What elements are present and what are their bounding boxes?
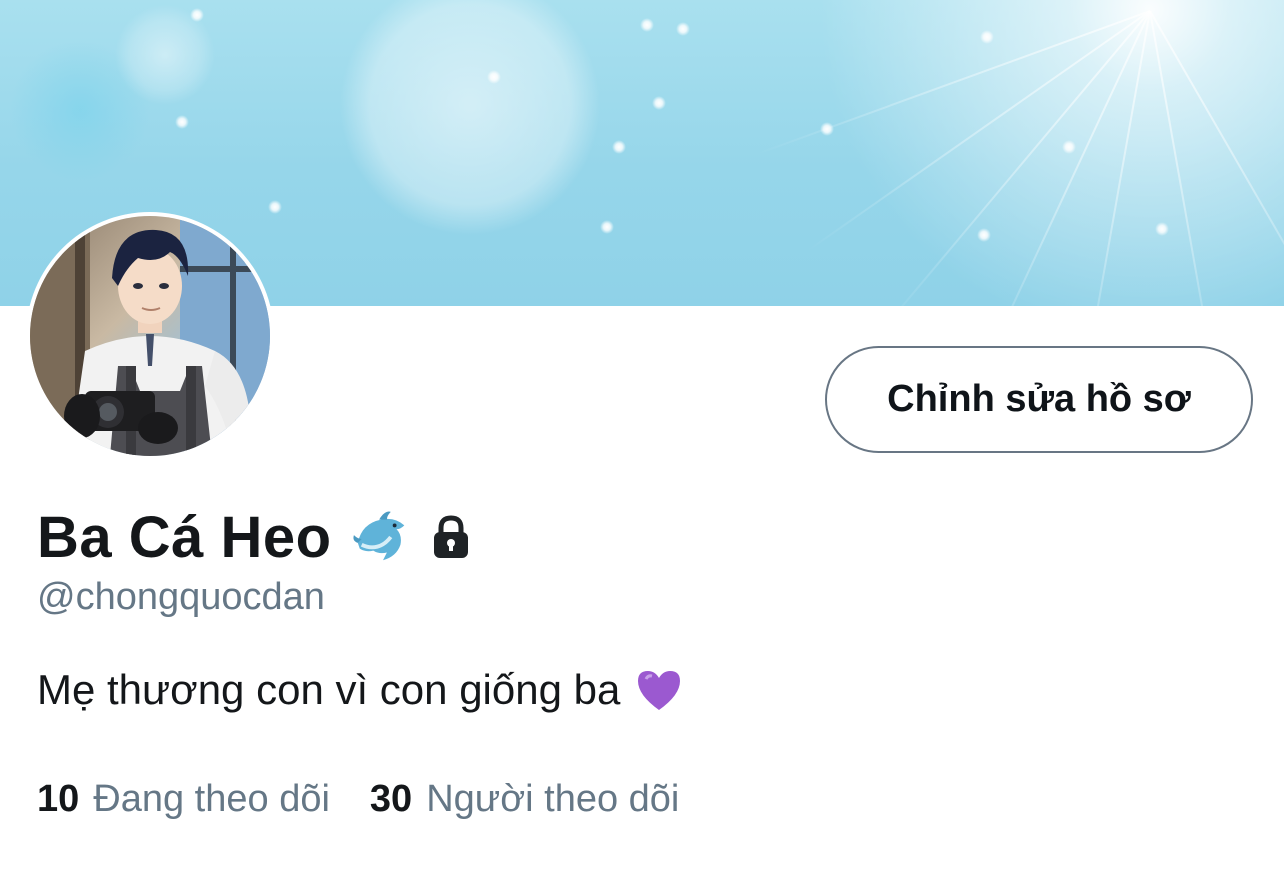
sparkle [640, 18, 654, 32]
profile-bio: Mẹ thương con vì con giống ba [37, 665, 684, 715]
avatar-image [30, 216, 270, 456]
name-row: Ba Cá Heo [37, 498, 476, 576]
edit-profile-label: Chỉnh sửa hồ sơ [887, 378, 1191, 420]
sparkle [600, 220, 614, 234]
sparkle [652, 96, 666, 110]
purple-heart-icon [634, 665, 684, 715]
bio-text: Mẹ thương con vì con giống ba [37, 666, 621, 713]
followers-label: Người theo dõi [426, 778, 680, 820]
sparkle [175, 115, 189, 129]
sparkle [1155, 222, 1169, 236]
avatar-illustration [30, 216, 270, 456]
avatar[interactable] [26, 212, 274, 460]
display-name: Ba Cá Heo [37, 504, 332, 570]
edit-profile-button[interactable]: Chỉnh sửa hồ sơ [825, 346, 1253, 453]
profile-handle: @chongquocdan [37, 576, 325, 618]
light-ray [971, 10, 1151, 393]
following-stat[interactable]: 10 Đang theo dõi [37, 778, 330, 821]
sparkle [1062, 140, 1076, 154]
following-label: Đang theo dõi [93, 778, 330, 820]
sparkle [268, 200, 282, 214]
followers-count: 30 [369, 778, 413, 820]
dolphin-icon [352, 506, 414, 568]
sparkle [612, 140, 626, 154]
followers-stat[interactable]: 30 Người theo dõi [370, 778, 679, 821]
sparkle [820, 122, 834, 136]
profile-page: Chỉnh sửa hồ sơ Ba Cá Heo @chongquocdan … [0, 0, 1284, 887]
sparkle [977, 228, 991, 242]
sparkle [487, 70, 501, 84]
follow-stats: 10 Đang theo dõi 30 Người theo dõi [37, 778, 679, 821]
light-ray [1149, 10, 1284, 376]
sparkle [980, 30, 994, 44]
following-count: 10 [37, 778, 80, 820]
sparkle [676, 22, 690, 36]
sparkle [190, 8, 204, 22]
lock-icon [426, 512, 476, 562]
